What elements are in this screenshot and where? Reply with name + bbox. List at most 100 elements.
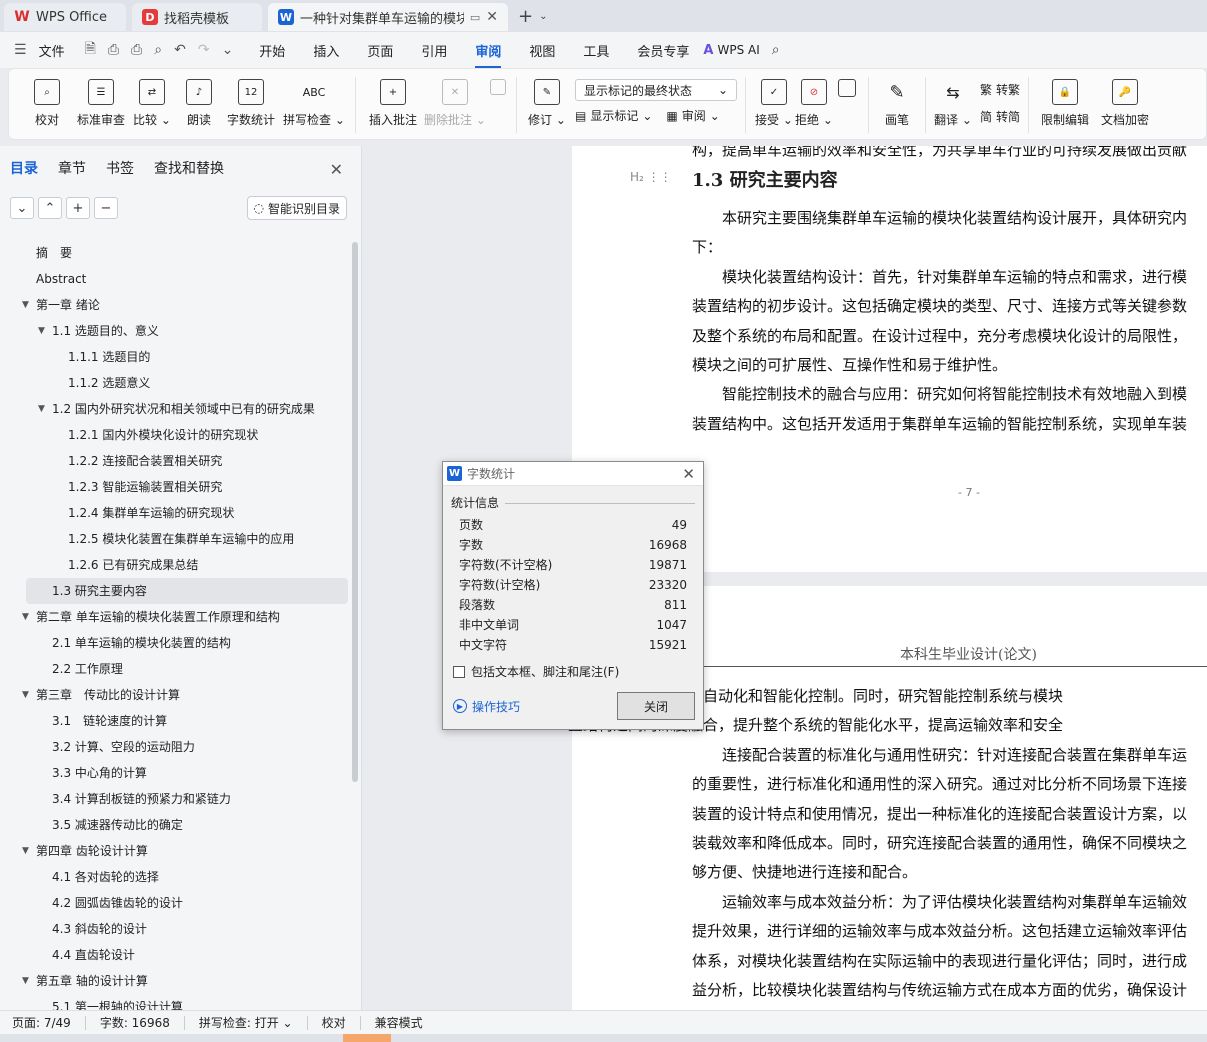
collapse-all-button[interactable]: ⌄ (10, 197, 34, 219)
new-tab-icon[interactable]: + (518, 6, 533, 27)
status-proofread[interactable]: 校对 (322, 1014, 346, 1031)
menu-review[interactable]: 审阅 (475, 41, 502, 68)
tab-document[interactable]: W 一种针对集群单车运输的模块化 ▭ ✕ (268, 3, 508, 31)
toc-item[interactable]: ▼ 1.2 国内外研究状况和相关领域中已有的研究成果 (0, 396, 350, 422)
toc-item[interactable]: ▼ 第五章 轴的设计计算 (0, 968, 350, 994)
toc-item[interactable]: 1.1.1 选题目的 (0, 344, 350, 370)
menu-member[interactable]: 会员专享 (637, 41, 689, 60)
toc-item[interactable]: ▼ 第二章 单车运输的模块化装置工作原理和结构 (0, 604, 350, 630)
spell-check-button[interactable]: ABC 拼写检查 ⌄ (281, 69, 347, 139)
menu-start[interactable]: 开始 (259, 41, 285, 60)
toc-item[interactable]: 1.2.4 集群单车运输的研究现状 (0, 500, 350, 526)
accept-button[interactable]: ✓ 接受 ⌄ (754, 69, 794, 139)
insert-comment-button[interactable]: + 插入批注 (364, 69, 422, 139)
undo-icon[interactable]: ↶ (174, 42, 186, 58)
revise-button[interactable]: ✎ 修订 ⌄ (525, 69, 569, 139)
toc-item[interactable]: 1.2.5 模块化装置在集群单车运输中的应用 (0, 526, 350, 552)
close-pane-icon[interactable]: ✕ (330, 160, 343, 179)
save-icon[interactable]: 🗎 (85, 38, 96, 62)
menu-reference[interactable]: 引用 (421, 41, 447, 60)
compare-button[interactable]: ⇄ 比较 ⌄ (127, 69, 177, 139)
toc-item[interactable]: 4.4 直齿轮设计 (0, 942, 350, 968)
print-preview-icon[interactable]: ⎙ (108, 42, 119, 58)
toc-item[interactable]: ▼ 第四章 齿轮设计计算 (0, 838, 350, 864)
toc-item[interactable]: Abstract (0, 266, 350, 292)
toc-item[interactable]: 1.2.3 智能运输装置相关研究 (0, 474, 350, 500)
toc-item[interactable]: 3.1 链轮速度的计算 (0, 708, 350, 734)
toc-item[interactable]: 1.2.2 连接配合装置相关研究 (0, 448, 350, 474)
delete-comment-button[interactable]: ✕ 删除批注 ⌄ (422, 69, 488, 139)
toc-item[interactable]: 4.2 圆弧齿锥齿轮的设计 (0, 890, 350, 916)
remove-heading-button[interactable]: − (94, 197, 118, 219)
toc-item[interactable]: ▼ 第三章 传动比的设计计算 (0, 682, 350, 708)
proofread-button[interactable]: ⌕ 校对 (19, 69, 75, 139)
expand-triangle-icon[interactable]: ▼ (22, 838, 29, 864)
smart-toc-button[interactable]: ◌ 智能识别目录 (246, 196, 347, 220)
toc-item[interactable]: 1.2.6 已有研究成果总结 (0, 552, 350, 578)
wps-ai-icon[interactable]: A (703, 43, 713, 58)
expand-triangle-icon[interactable]: ▼ (22, 682, 29, 708)
search-icon[interactable]: ⌕ (772, 42, 780, 58)
expand-up-button[interactable]: ⌃ (38, 197, 62, 219)
toc-item[interactable]: 2.2 工作原理 (0, 656, 350, 682)
chevron-down-icon[interactable]: ⌄ (539, 11, 547, 22)
status-page[interactable]: 页面: 7/49 (12, 1014, 71, 1031)
menu-view[interactable]: 视图 (529, 41, 555, 60)
expand-triangle-icon[interactable]: ▼ (38, 318, 45, 344)
expand-triangle-icon[interactable]: ▼ (22, 604, 29, 630)
encrypt-button[interactable]: 🔑 文档加密 (1097, 69, 1153, 139)
tips-link[interactable]: ▶ 操作技巧 (453, 698, 520, 715)
expand-triangle-icon[interactable]: ▼ (22, 292, 29, 318)
tab-chapters[interactable]: 章节 (58, 158, 86, 178)
tab-find-replace[interactable]: 查找和替换 (154, 158, 224, 178)
toc-item[interactable]: 3.5 减速器传动比的确定 (0, 812, 350, 838)
print-icon[interactable]: ⎙ (131, 42, 142, 58)
revision-nav-button[interactable] (834, 69, 860, 139)
menu-insert[interactable]: 插入 (313, 41, 339, 60)
word-count-button[interactable]: 12 字数统计 (221, 69, 281, 139)
pen-button[interactable]: ✎ 画笔 (877, 69, 917, 139)
status-spell-check[interactable]: 拼写检查: 打开 ⌄ (199, 1014, 293, 1031)
include-textbox-checkbox[interactable]: 包括文本框、脚注和尾注(F) (443, 655, 703, 680)
toc-item[interactable]: 3.2 计算、空段的运动阻力 (0, 734, 350, 760)
hamburger-icon[interactable]: ☰ (14, 42, 27, 58)
toc-item[interactable]: ▼ 第一章 绪论 (0, 292, 350, 318)
monitor-icon[interactable]: ▭ (470, 11, 480, 24)
toc-item[interactable]: ▼ 1.1 选题目的、意义 (0, 318, 350, 344)
review-pane-button[interactable]: ▦ 审阅 ⌄ (666, 107, 719, 124)
translate-button[interactable]: ⇆ 翻译 ⌄ (934, 69, 972, 139)
menu-page[interactable]: 页面 (367, 41, 393, 60)
toc-item[interactable]: 2.1 单车运输的模块化装置的结构 (0, 630, 350, 656)
comment-nav-button[interactable] (488, 69, 508, 139)
to-simplified-button[interactable]: 简转简 (980, 108, 1020, 125)
checkbox-box[interactable] (453, 665, 465, 678)
tab-bookmarks[interactable]: 书签 (106, 158, 134, 178)
expand-triangle-icon[interactable]: ▼ (38, 396, 45, 422)
toc-item[interactable]: 1.2.1 国内外模块化设计的研究现状 (0, 422, 350, 448)
read-aloud-button[interactable]: ♪ 朗读 (177, 69, 221, 139)
tab-toc[interactable]: 目录 (10, 158, 38, 178)
status-word-count[interactable]: 字数: 16968 (100, 1014, 170, 1031)
close-icon[interactable]: ✕ (682, 465, 695, 483)
search-doc-icon[interactable]: ⌕ (154, 42, 162, 58)
toc-item[interactable]: 4.3 斜齿轮的设计 (0, 916, 350, 942)
toc-item[interactable]: 3.4 计算刮板链的预紧力和紧链力 (0, 786, 350, 812)
restrict-edit-button[interactable]: 🔒 限制编辑 (1037, 69, 1093, 139)
heading-level-marker[interactable]: H₂ ⋮⋮ (630, 170, 672, 184)
tab-docer[interactable]: D 找稻壳模板 (132, 3, 262, 31)
toc-item[interactable]: 摘 要 (0, 240, 350, 266)
show-markup-button[interactable]: ▤ 显示标记 ⌄ (575, 107, 652, 124)
reject-button[interactable]: ⊘ 拒绝 ⌄ (794, 69, 834, 139)
menu-wps-ai[interactable]: WPS AI (717, 43, 759, 57)
menu-file[interactable]: 文件 (39, 41, 65, 60)
add-heading-button[interactable]: + (66, 197, 90, 219)
to-traditional-button[interactable]: 繁转繁 (980, 81, 1020, 98)
standard-review-button[interactable]: ☰ 标准审查 (75, 69, 127, 139)
redo-icon[interactable]: ↷ (198, 42, 210, 58)
tab-wps-office[interactable]: W WPS Office (4, 3, 126, 31)
close-tab-icon[interactable]: ✕ (486, 9, 498, 25)
expand-triangle-icon[interactable]: ▼ (22, 968, 29, 994)
toc-item[interactable]: 4.1 各对齿轮的选择 (0, 864, 350, 890)
menu-tools[interactable]: 工具 (583, 41, 609, 60)
display-status-dropdown[interactable]: 显示标记的最终状态 ⌄ (575, 79, 737, 101)
